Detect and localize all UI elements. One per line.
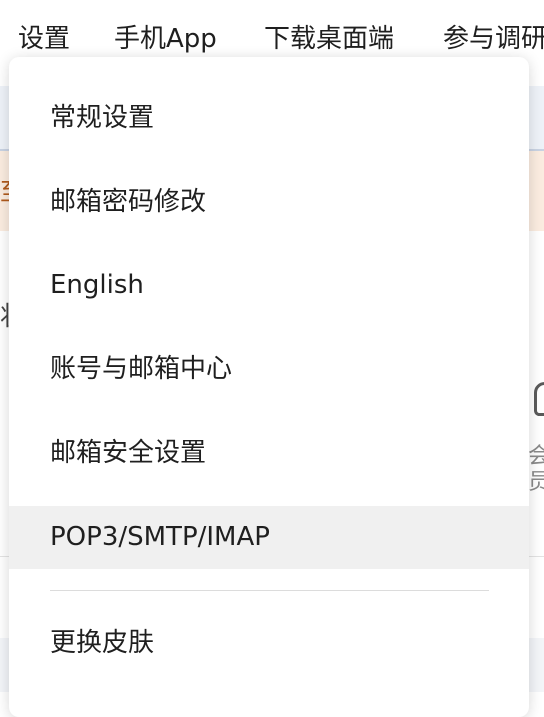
menu-item-label: 邮箱安全设置 xyxy=(50,438,207,468)
menu-separator xyxy=(50,590,489,591)
menu-item-label: English xyxy=(50,270,144,300)
nav-settings[interactable]: 设置 xyxy=(18,20,70,58)
nav-survey[interactable]: 参与调研 xyxy=(443,20,544,58)
menu-item-label: 常规设置 xyxy=(50,103,155,133)
menu-item-security-settings[interactable]: 邮箱安全设置 xyxy=(9,422,529,485)
menu-item-account-center[interactable]: 账号与邮箱中心 xyxy=(9,338,529,401)
menu-item-label: 邮箱密码修改 xyxy=(50,187,207,217)
menu-item-label: 更换皮肤 xyxy=(50,628,155,658)
menu-item-english[interactable]: English xyxy=(9,254,529,317)
settings-dropdown-menu: 常规设置 邮箱密码修改 English 账号与邮箱中心 邮箱安全设置 POP3/… xyxy=(9,57,529,717)
member-icon xyxy=(534,382,544,416)
menu-item-label: 账号与邮箱中心 xyxy=(50,354,233,384)
menu-item-label: POP3/SMTP/IMAP xyxy=(50,522,270,552)
menu-item-change-skin[interactable]: 更换皮肤 xyxy=(9,612,529,675)
menu-item-change-password[interactable]: 邮箱密码修改 xyxy=(9,171,529,234)
nav-mobile-app[interactable]: 手机App xyxy=(114,20,217,58)
nav-download-desktop[interactable]: 下载桌面端 xyxy=(264,20,394,58)
menu-item-pop3-smtp-imap[interactable]: POP3/SMTP/IMAP xyxy=(9,506,529,569)
menu-item-general-settings[interactable]: 常规设置 xyxy=(9,87,529,150)
background-right-text: 会员 xyxy=(528,444,544,495)
top-nav-bar: 设置 手机App 下载桌面端 参与调研 xyxy=(0,0,544,62)
